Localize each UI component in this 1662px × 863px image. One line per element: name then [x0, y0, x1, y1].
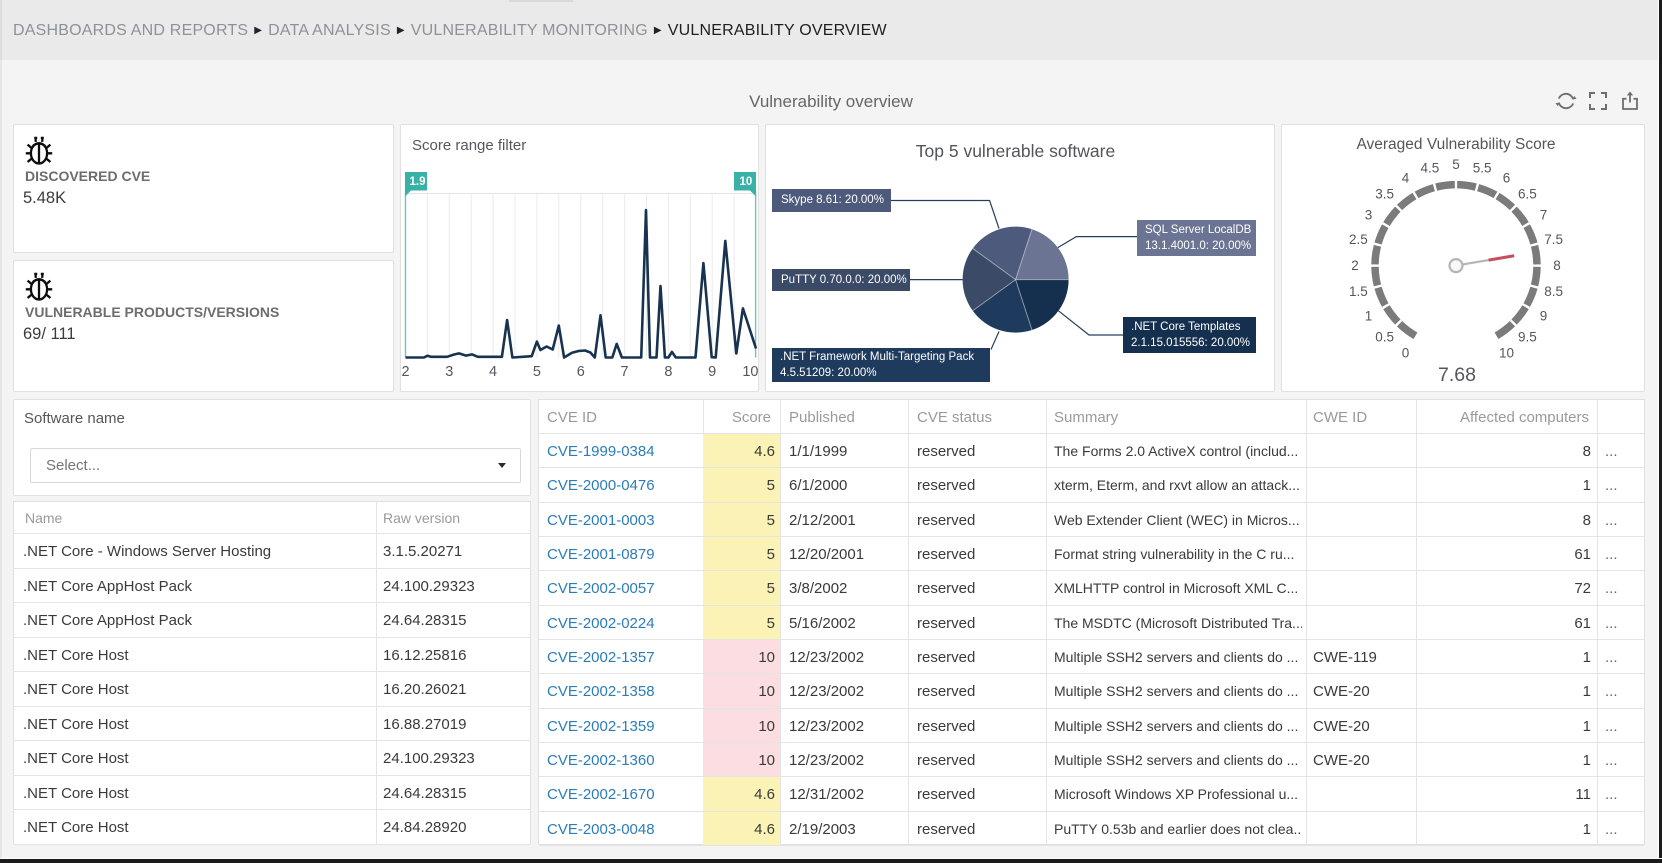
svg-text:10: 10 — [742, 364, 758, 380]
svg-text:6: 6 — [577, 364, 585, 380]
svg-text:3: 3 — [1365, 208, 1373, 223]
svg-text:6.5: 6.5 — [1518, 187, 1537, 202]
svg-text:1.5: 1.5 — [1349, 284, 1368, 299]
svg-text:5: 5 — [1452, 157, 1460, 172]
svg-text:10: 10 — [740, 176, 753, 188]
svg-text:4: 4 — [1402, 171, 1410, 186]
svg-text:3.5: 3.5 — [1375, 187, 1394, 202]
svg-text:3: 3 — [445, 364, 453, 380]
svg-text:7.5: 7.5 — [1544, 232, 1563, 247]
svg-text:1.9: 1.9 — [410, 176, 426, 188]
svg-text:5.5: 5.5 — [1473, 161, 1492, 176]
svg-text:2: 2 — [1351, 258, 1359, 273]
svg-text:9.5: 9.5 — [1518, 330, 1537, 345]
svg-text:10: 10 — [1499, 346, 1514, 361]
svg-text:7: 7 — [621, 364, 629, 380]
svg-text:8.5: 8.5 — [1544, 284, 1563, 299]
svg-text:6: 6 — [1503, 171, 1511, 186]
svg-text:0: 0 — [1402, 346, 1410, 361]
svg-text:0.5: 0.5 — [1375, 330, 1394, 345]
svg-text:4.5: 4.5 — [1421, 161, 1440, 176]
svg-text:7: 7 — [1540, 208, 1548, 223]
svg-text:9: 9 — [708, 364, 716, 380]
svg-text:8: 8 — [1553, 258, 1561, 273]
svg-text:7.68: 7.68 — [1438, 364, 1476, 386]
svg-text:2.5: 2.5 — [1349, 232, 1368, 247]
svg-text:5: 5 — [533, 364, 541, 380]
svg-text:2: 2 — [401, 364, 409, 380]
svg-text:9: 9 — [1540, 309, 1548, 324]
svg-text:1: 1 — [1365, 309, 1373, 324]
svg-text:8: 8 — [664, 364, 672, 380]
svg-text:4: 4 — [489, 364, 497, 380]
